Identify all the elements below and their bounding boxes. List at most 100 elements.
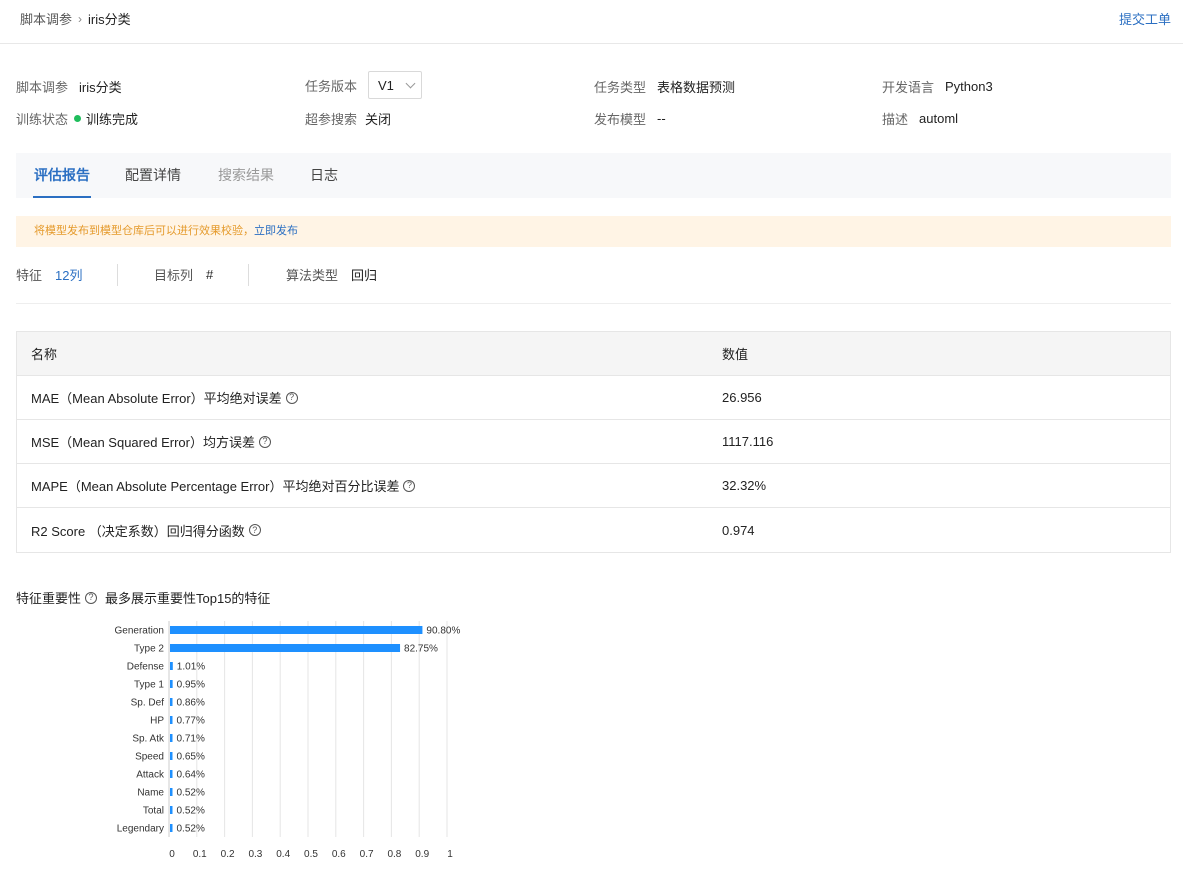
- metric-value: 26.956: [722, 390, 762, 405]
- info-publish-model-value: --: [657, 111, 666, 126]
- x-tick-label: 0.9: [415, 849, 429, 860]
- info-hp-search-value: 关闭: [365, 112, 392, 127]
- version-select[interactable]: V1: [368, 71, 423, 99]
- bar: [170, 698, 173, 706]
- category-label: Legendary: [117, 824, 164, 835]
- meta-algo-value: 回归: [351, 267, 378, 283]
- bar: [170, 680, 173, 688]
- info-hp-search-label: 超参搜索: [305, 112, 358, 127]
- help-icon[interactable]: ?: [248, 524, 261, 536]
- info-task-type-label: 任务类型: [594, 80, 647, 95]
- metric-name-text: R2 Score （决定系数）回归得分函数: [31, 523, 245, 539]
- top-bar: 脚本调参 › iris分类 提交工单: [0, 0, 1183, 44]
- publish-now-link[interactable]: 立即发布: [254, 225, 298, 237]
- data-label: 0.95%: [177, 680, 205, 691]
- category-label: Generation: [115, 626, 164, 637]
- metric-name: MAE（Mean Absolute Error）平均绝对误差?: [17, 388, 708, 407]
- data-label: 0.71%: [177, 734, 205, 745]
- data-label: 0.52%: [177, 788, 205, 799]
- metrics-table: 名称 数值 MAE（Mean Absolute Error）平均绝对误差? 26…: [16, 331, 1171, 553]
- data-label: 82.75%: [404, 644, 438, 655]
- header-name: 名称: [31, 347, 58, 362]
- data-label: 0.77%: [177, 716, 205, 727]
- meta-features-value[interactable]: 12列: [55, 265, 82, 284]
- status-dot-icon: [74, 115, 82, 122]
- info-language: 开发语言 Python3: [882, 77, 993, 96]
- info-language-value: Python3: [945, 79, 993, 94]
- data-label: 0.52%: [177, 824, 205, 835]
- breadcrumb-root[interactable]: 脚本调参: [20, 9, 72, 28]
- info-task-type-value: 表格数据预测: [657, 80, 736, 95]
- x-tick-label: 0.6: [332, 849, 346, 860]
- info-language-label: 开发语言: [882, 80, 935, 95]
- info-task-type: 任务类型 表格数据预测: [594, 77, 735, 96]
- help-icon[interactable]: ?: [285, 391, 298, 404]
- info-version: 任务版本 V1: [305, 71, 423, 99]
- info-train-status-value: 训练完成: [86, 112, 139, 127]
- info-script-label: 脚本调参: [16, 80, 69, 95]
- x-tick-label: 0.4: [276, 849, 290, 860]
- category-label: Name: [137, 788, 164, 799]
- breadcrumb-current: iris分类: [88, 12, 131, 27]
- data-label: 0.52%: [177, 806, 205, 817]
- publish-notice-text: 将模型发布到模型仓库后可以进行效果校验，: [34, 225, 254, 237]
- feature-importance-label: 特征重要性: [16, 591, 82, 606]
- x-tick-label: 0.5: [304, 849, 318, 860]
- tab-logs[interactable]: 日志: [310, 153, 338, 198]
- version-select-value: V1: [378, 77, 394, 93]
- category-label: Sp. Atk: [132, 734, 165, 745]
- tab-eval-report[interactable]: 评估报告: [33, 153, 91, 198]
- help-icon[interactable]: ?: [403, 479, 416, 492]
- tab-search-results[interactable]: 搜索结果: [218, 153, 274, 198]
- help-icon[interactable]: ?: [258, 435, 271, 448]
- data-label: 0.64%: [177, 770, 205, 781]
- bar: [170, 824, 173, 832]
- bar: [170, 806, 173, 814]
- category-label: HP: [150, 716, 164, 727]
- bar: [170, 788, 173, 796]
- help-icon[interactable]: ?: [85, 591, 98, 604]
- feature-importance-subtitle: 最多展示重要性Top15的特征: [105, 591, 271, 606]
- info-desc-label: 描述: [882, 112, 909, 127]
- info-desc: 描述 automl: [882, 109, 958, 128]
- data-label: 0.65%: [177, 752, 205, 763]
- chevron-right-icon: ›: [78, 11, 83, 26]
- table-row: R2 Score （决定系数）回归得分函数? 0.974: [17, 508, 1170, 552]
- header-value: 数值: [722, 347, 749, 362]
- metric-name: MSE（Mean Squared Error）均方误差?: [17, 432, 708, 451]
- publish-notice: 将模型发布到模型仓库后可以进行效果校验，立即发布: [16, 216, 1171, 247]
- info-desc-value: automl: [919, 111, 959, 126]
- metric-value: 32.32%: [722, 478, 767, 493]
- metric-value: 0.974: [722, 522, 755, 538]
- divider: [248, 264, 249, 286]
- divider: [117, 264, 118, 286]
- x-tick-label: 0.1: [193, 849, 207, 860]
- x-tick-label: 0.8: [387, 849, 401, 860]
- tab-config-details[interactable]: 配置详情: [125, 153, 181, 198]
- bar: [170, 770, 173, 778]
- meta-target-label: 目标列: [154, 267, 194, 283]
- category-label: Defense: [127, 662, 165, 673]
- category-label: Type 2: [134, 644, 164, 655]
- data-label: 1.01%: [177, 662, 205, 673]
- submit-ticket-link[interactable]: 提交工单: [1119, 9, 1171, 28]
- category-label: Type 1: [134, 680, 164, 691]
- meta-target-value: #: [206, 266, 214, 282]
- bar: [170, 734, 173, 742]
- info-train-status: 训练状态 训练完成: [16, 109, 138, 128]
- info-hp-search: 超参搜索 关闭: [305, 109, 391, 128]
- info-publish-model-label: 发布模型: [594, 112, 647, 127]
- table-header: 名称 数值: [17, 332, 1170, 376]
- metric-name: MAPE（Mean Absolute Percentage Error）平均绝对…: [17, 476, 708, 495]
- category-label: Attack: [136, 770, 165, 781]
- meta-target: 目标列 #: [154, 264, 213, 284]
- x-tick-label: 0.7: [360, 849, 374, 860]
- category-label: Sp. Def: [131, 698, 165, 709]
- x-tick-label: 0.2: [221, 849, 235, 860]
- table-row: MSE（Mean Squared Error）均方误差? 1117.116: [17, 420, 1170, 464]
- info-version-label: 任务版本: [305, 78, 358, 94]
- info-script-value: iris分类: [79, 80, 122, 95]
- dataset-meta: 特征 12列 目标列 # 算法类型 回归: [16, 264, 1171, 304]
- breadcrumb: 脚本调参 › iris分类: [20, 9, 131, 28]
- metric-value: 1117.116: [722, 434, 774, 449]
